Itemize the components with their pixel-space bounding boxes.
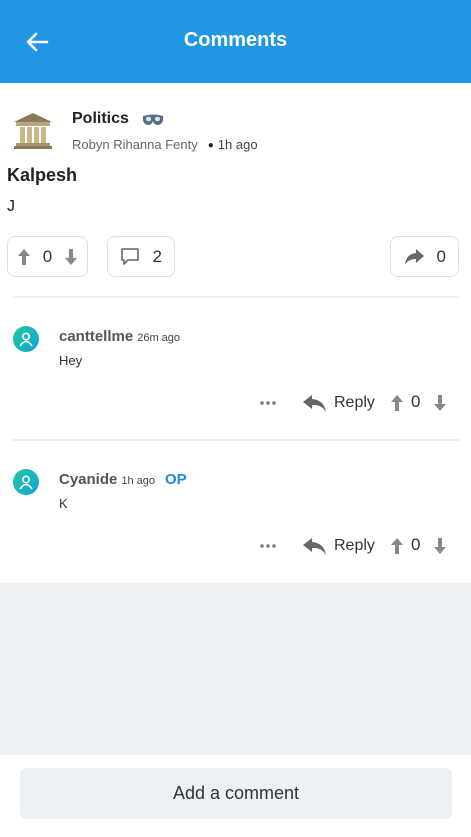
post-score: 0 xyxy=(42,246,53,266)
divider xyxy=(13,439,459,441)
comment-text: Hey xyxy=(59,353,83,368)
reply-button[interactable]: Reply xyxy=(302,531,375,561)
comment-item: canttellme 26m ago Hey Reply 0 xyxy=(0,326,471,466)
user-icon[interactable] xyxy=(13,326,39,352)
reply-label: Reply xyxy=(334,537,375,554)
comment-actions: Reply 0 xyxy=(0,388,471,418)
comment-score: 0 xyxy=(411,392,421,411)
reply-arrow-icon xyxy=(302,393,327,413)
empty-area xyxy=(0,583,471,755)
post-vote-control: 0 xyxy=(7,236,88,277)
comment-author[interactable]: canttellme xyxy=(59,328,133,345)
reply-arrow-icon xyxy=(302,536,327,556)
arrow-down-icon[interactable] xyxy=(431,391,449,415)
op-badge: OP xyxy=(165,471,187,488)
arrow-up-icon[interactable] xyxy=(388,391,406,415)
speech-bubble-icon xyxy=(120,247,140,266)
arrow-up-icon[interactable] xyxy=(388,534,406,558)
comment-author[interactable]: Cyanide xyxy=(59,471,117,488)
post-meta: Robyn Rihanna Fenty ● 1h ago xyxy=(72,137,258,152)
comment-actions: Reply 0 xyxy=(0,531,471,561)
separator-dot: ● xyxy=(207,140,214,151)
arrow-left-icon xyxy=(25,31,49,53)
arrow-up-icon[interactable] xyxy=(16,247,32,267)
post-share-button[interactable]: 0 xyxy=(390,236,459,277)
comment-score: 0 xyxy=(411,535,421,554)
ellipsis-icon[interactable] xyxy=(257,388,279,418)
comment-time: 26m ago xyxy=(137,332,181,344)
reply-button[interactable]: Reply xyxy=(302,388,375,418)
page-title: Comments xyxy=(183,29,288,51)
post-body: J xyxy=(7,198,15,215)
post-author[interactable]: Robyn Rihanna Fenty xyxy=(72,137,198,152)
bottom-bar: Add a comment xyxy=(0,755,471,837)
add-comment-button[interactable]: Add a comment xyxy=(20,768,452,819)
divider xyxy=(13,296,459,298)
share-arrow-icon xyxy=(403,248,425,266)
comment-count: 2 xyxy=(152,246,162,266)
building-columns-icon[interactable] xyxy=(12,110,54,152)
comment-author-line: canttellme 26m ago xyxy=(59,328,180,345)
app-bar: Comments xyxy=(0,0,471,83)
reply-label: Reply xyxy=(334,394,375,411)
back-button[interactable] xyxy=(20,26,54,58)
comment-text: K xyxy=(59,496,68,511)
ellipsis-icon[interactable] xyxy=(257,531,279,561)
share-count: 0 xyxy=(436,246,446,266)
mask-icon xyxy=(141,112,165,128)
comment-time: 1h ago xyxy=(121,475,156,487)
arrow-down-icon[interactable] xyxy=(63,247,79,267)
user-icon[interactable] xyxy=(13,469,39,495)
community-name[interactable]: Politics xyxy=(72,110,129,128)
comment-author-line: Cyanide 1h ago OP xyxy=(59,471,187,488)
arrow-down-icon[interactable] xyxy=(431,534,449,558)
post-title: Kalpesh xyxy=(7,165,78,185)
post-time: 1h ago xyxy=(217,137,258,152)
post-comments-button[interactable]: 2 xyxy=(107,236,175,277)
